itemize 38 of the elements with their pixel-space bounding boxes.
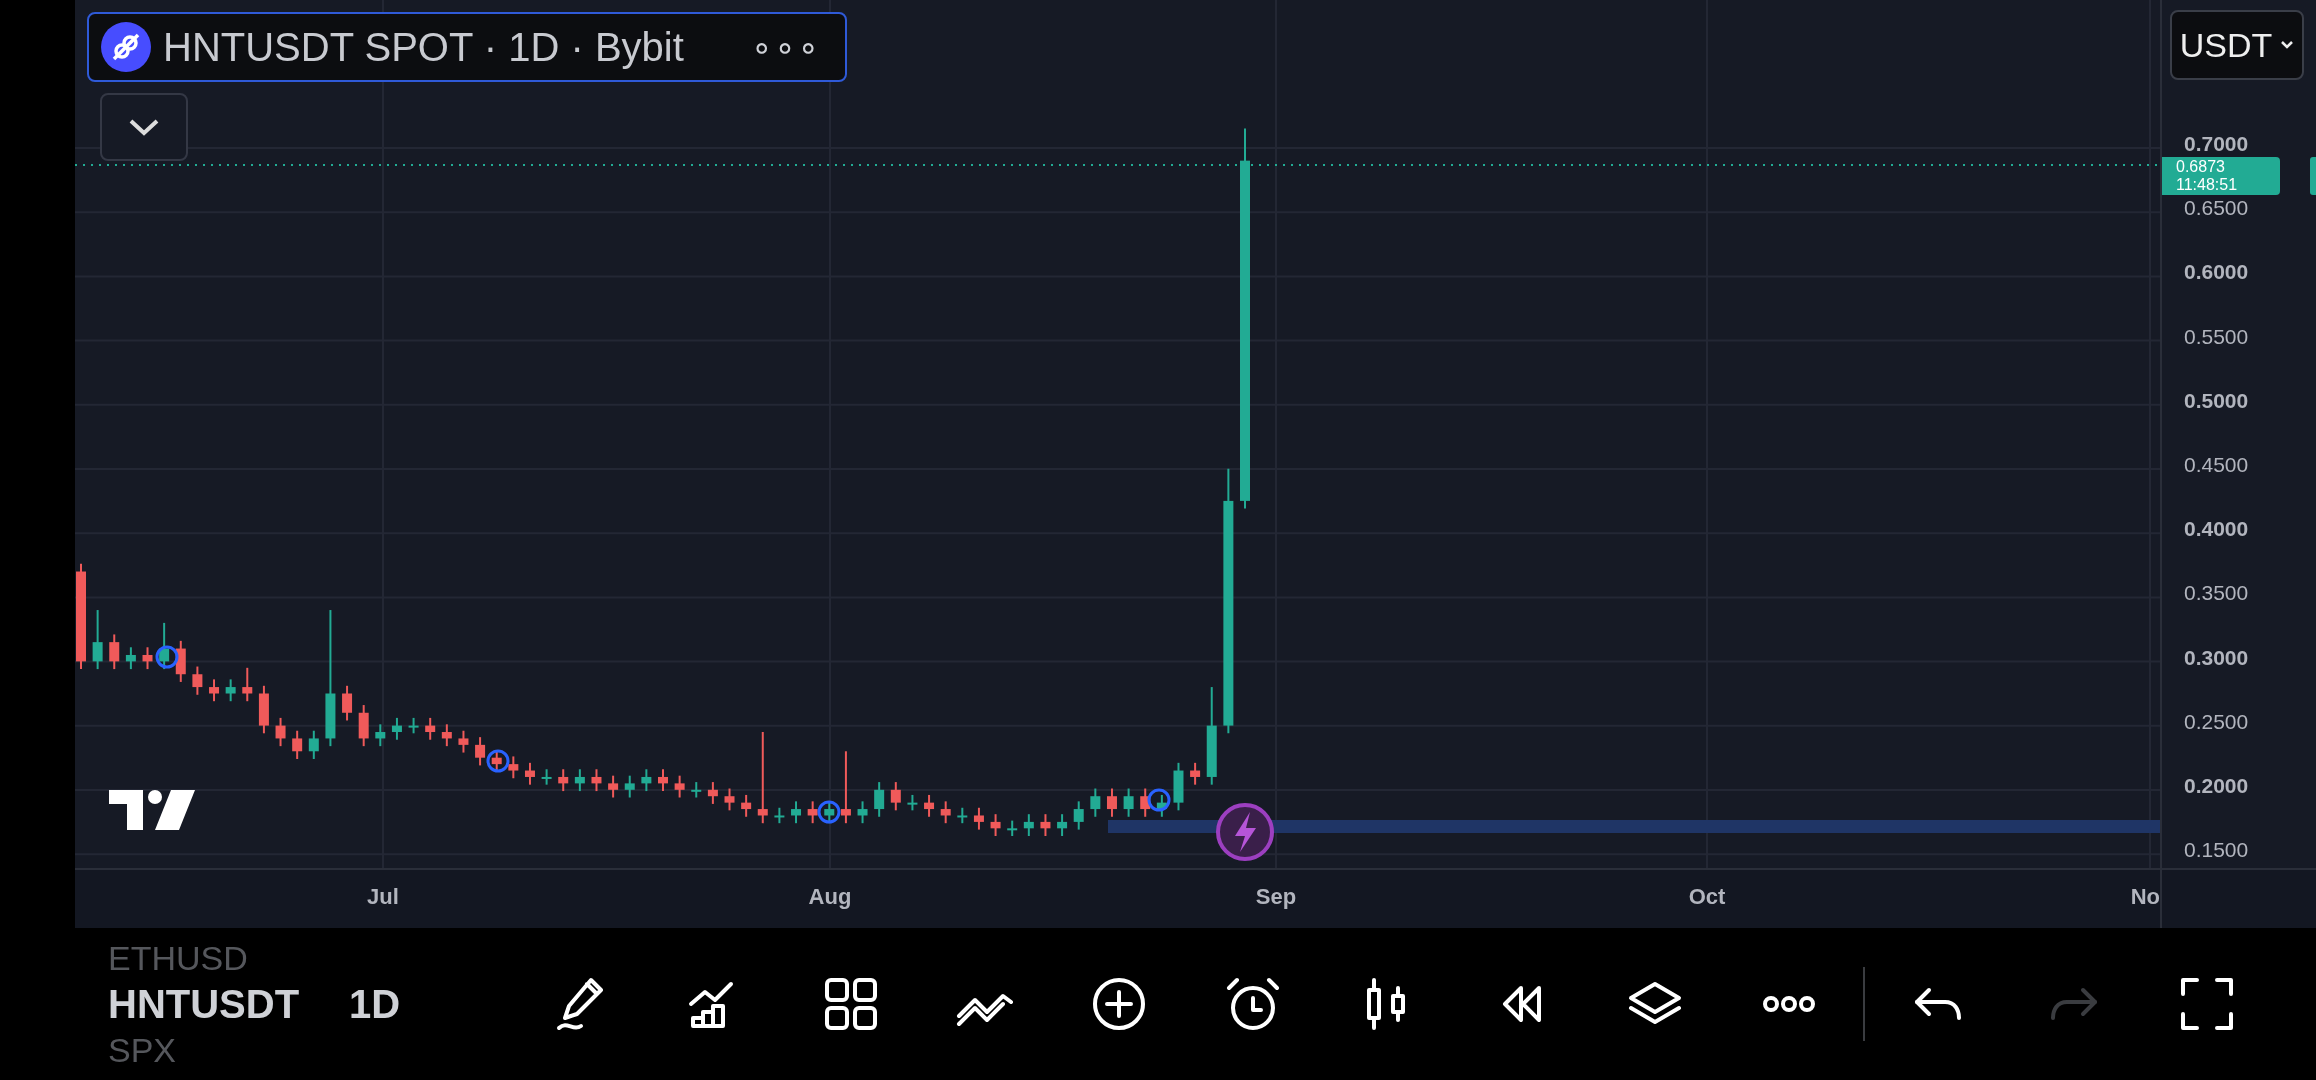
time-axis-label: Aug — [807, 884, 853, 910]
price-tick-label: 0.6500 — [2184, 196, 2249, 221]
price-tick-label: 0.6000 — [2184, 260, 2249, 285]
more-button[interactable]: ∘∘∘ — [745, 27, 827, 67]
symbol-title: HNTUSDT SPOT · 1D · Bybit — [163, 24, 684, 70]
symbol-option[interactable]: HNTUSDT — [108, 984, 300, 1024]
collapse-button[interactable] — [100, 93, 188, 161]
symbol-header[interactable]: HNTUSDT SPOT · 1D · Bybit ∘∘∘ — [87, 12, 847, 82]
event-marker-icon[interactable] — [1147, 788, 1171, 812]
price-tick-label: 0.7000 — [2184, 132, 2249, 156]
time-axis-label: Jul — [366, 884, 400, 910]
price-tick-label: 0.5000 — [2184, 388, 2249, 413]
time-axis-label: Sep — [1254, 884, 1298, 910]
price-tick-label: 0.4500 — [2184, 453, 2249, 477]
last-price: 0.6873 — [2176, 157, 2226, 176]
coin-logo-icon — [101, 22, 151, 72]
time-axis[interactable]: Jul Aug Sep Oct No — [75, 868, 2160, 928]
event-marker-icon[interactable] — [155, 645, 179, 669]
event-marker-icon[interactable] — [486, 749, 510, 773]
candle-countdown: 11:48:51 — [2176, 176, 2239, 195]
price-tick-label: 0.2000 — [2184, 774, 2249, 798]
interval-button[interactable]: 1D — [349, 981, 401, 1027]
price-axis[interactable]: USDT 0.7000 0.6500 0.6000 0.5500 0.5000 0.4500 0.4000 0.3500 0.3000 0.2500 0.2000 0.1500 0.6873 11:48:51 — [2160, 0, 2316, 868]
caret-icon — [2280, 40, 2295, 50]
price-tick-label: 0.3500 — [2184, 581, 2249, 606]
chart-plot-area[interactable]: HNTUSDT SPOT · 1D · Bybit ∘∘∘ — [75, 0, 2160, 868]
chevron-down-icon — [127, 117, 161, 137]
price-tick-label: 0.1500 — [2184, 838, 2249, 863]
event-marker-icon[interactable] — [817, 800, 841, 824]
time-axis-label: Oct — [1687, 884, 1727, 910]
price-tick-label: 0.2500 — [2184, 709, 2249, 734]
price-marker-edge — [2310, 157, 2316, 195]
price-tick-label: 0.4000 — [2184, 517, 2249, 542]
time-axis-label: No — [2130, 884, 2160, 910]
price-tick-label: 0.5500 — [2184, 324, 2249, 349]
lightning-icon[interactable] — [1216, 803, 1274, 861]
price-tick-label: 0.3000 — [2184, 645, 2249, 670]
currency-dropdown[interactable]: USDT — [2170, 10, 2304, 80]
